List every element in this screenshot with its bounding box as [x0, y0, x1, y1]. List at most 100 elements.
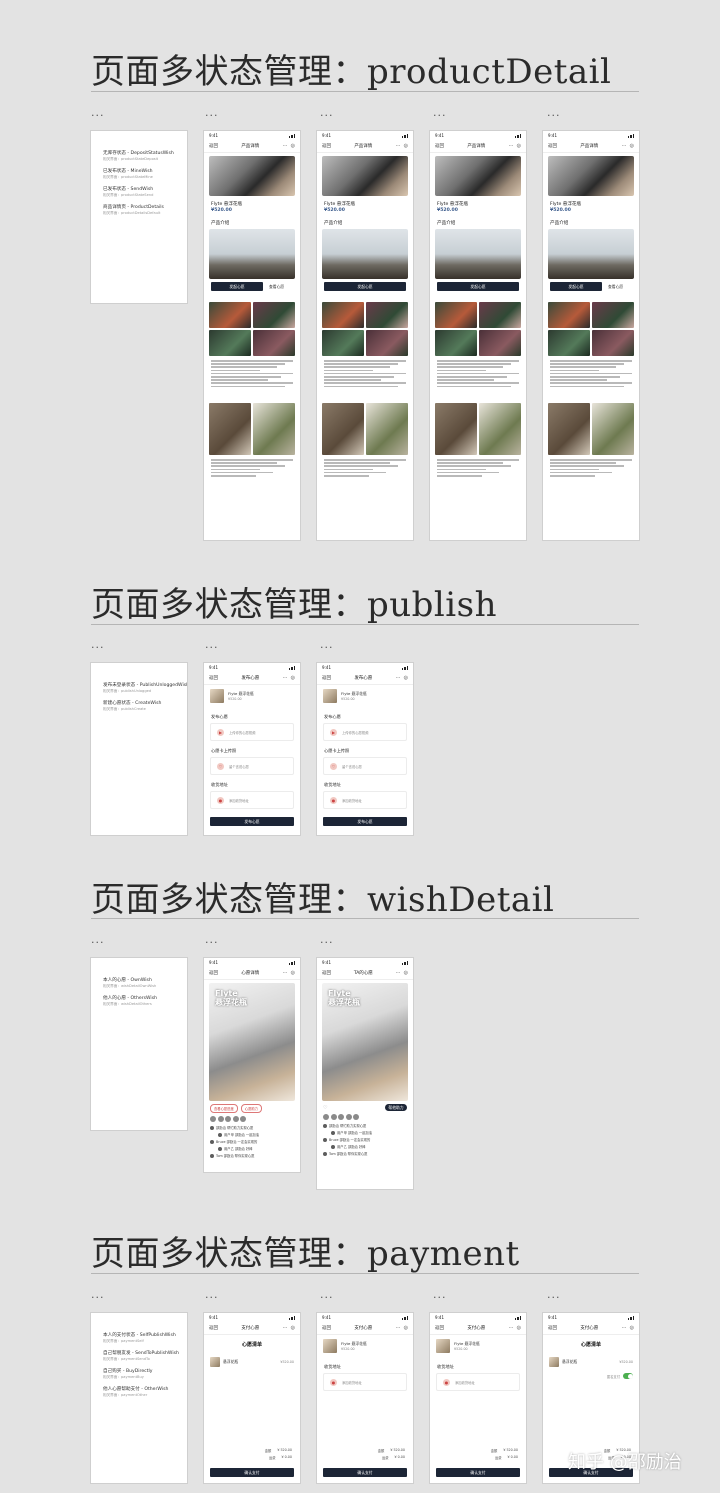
target-icon[interactable]: ◎ [404, 970, 408, 976]
sum-label: 金额 [264, 1449, 272, 1453]
publish-screen-1[interactable]: 9:41 返回 发布心愿 ⋯ ◎ Flyte 悬浮花瓶 ¥520.00 发布心愿 ▶ 上传… [203, 662, 301, 836]
payment-screen-buy[interactable]: 9:41 返回 支付心愿 ⋯ ◎ Flyte 悬浮花瓶 ¥520.00 收货地址 ● 添加… [429, 1312, 527, 1484]
panel-menu-dots[interactable]: ... [433, 107, 447, 118]
heart-icon: ♡ [217, 762, 224, 770]
panel-menu-dots[interactable]: ... [91, 639, 105, 650]
address-card[interactable]: ● 添加收货地址 [323, 1373, 407, 1391]
progress-tag[interactable]: 查看心愿进度 [210, 1104, 238, 1113]
back-button[interactable]: 返回 [322, 143, 331, 149]
contribute-button[interactable]: 帮他助力 [385, 1104, 407, 1111]
back-button[interactable]: 返回 [209, 970, 218, 976]
publish-button[interactable]: 发布心愿 [323, 817, 407, 826]
back-button[interactable]: 返回 [209, 1325, 218, 1331]
target-icon[interactable]: ◎ [291, 1325, 295, 1331]
panel-menu-dots[interactable]: ... [547, 1289, 561, 1300]
more-icon[interactable]: ⋯ [396, 143, 401, 149]
target-icon[interactable]: ◎ [291, 143, 295, 149]
panel-menu-dots[interactable]: ... [320, 639, 334, 650]
panel-menu-dots[interactable]: ... [320, 934, 334, 945]
target-icon[interactable]: ◎ [517, 143, 521, 149]
panel-menu-dots[interactable]: ... [547, 107, 561, 118]
more-icon[interactable]: ⋯ [283, 1325, 288, 1331]
target-icon[interactable]: ◎ [404, 143, 408, 149]
target-icon[interactable]: ◎ [404, 675, 408, 681]
anonymous-toggle[interactable] [623, 1373, 633, 1379]
start-wish-button[interactable]: 发起心愿 [550, 282, 602, 291]
back-button[interactable]: 返回 [322, 970, 331, 976]
payment-screen-send-to[interactable]: 9:41 返回 支付心愿 ⋯ ◎ Flyte 悬浮花瓶 ¥520.00 收货地址 ● 添加… [316, 1312, 414, 1484]
product-detail-screen-2[interactable]: 9:41 返回 产品详情 ⋯ ◎ Flyte 悬浮花瓶 ¥520.00 产品介绍 发起… [316, 130, 414, 541]
start-wish-button[interactable]: 发起心愿 [324, 282, 406, 291]
panel-menu-dots[interactable]: ... [91, 934, 105, 945]
target-icon[interactable]: ◎ [630, 143, 634, 149]
more-icon[interactable]: ⋯ [396, 1325, 401, 1331]
back-button[interactable]: 返回 [548, 143, 557, 149]
panel-menu-dots[interactable]: ... [91, 107, 105, 118]
like-icon[interactable]: ♡ [323, 1105, 327, 1111]
payment-screen-self[interactable]: 9:41 返回 支付心愿 ⋯ ◎ 心愿清单 悬浮花瓶 ¥520.00 金额 ¥ 520.0… [203, 1312, 301, 1484]
panel-menu-dots[interactable]: ... [91, 1289, 105, 1300]
pay-button[interactable]: 确认支付 [323, 1468, 407, 1477]
back-button[interactable]: 返回 [209, 143, 218, 149]
panel-menu-dots[interactable]: ... [320, 107, 334, 118]
back-button[interactable]: 返回 [209, 675, 218, 681]
publish-screen-2[interactable]: 9:41 返回 发布心愿 ⋯ ◎ Flyte 悬浮花瓶 ¥520.00 发布心愿 ▶ 上传… [316, 662, 414, 836]
address-card[interactable]: ● 添加收货地址 [323, 791, 407, 809]
target-icon[interactable]: ◎ [630, 1325, 634, 1331]
pay-button[interactable]: 确认支付 [436, 1468, 520, 1477]
target-icon[interactable]: ◎ [291, 970, 295, 976]
back-button[interactable]: 返回 [435, 143, 444, 149]
address-card[interactable]: ● 添加收货地址 [436, 1373, 520, 1391]
more-icon[interactable]: ⋯ [396, 970, 401, 976]
address-card[interactable]: ● 添加收货地址 [210, 791, 294, 809]
publish-button[interactable]: 发布心愿 [210, 817, 294, 826]
more-icon[interactable]: ⋯ [283, 970, 288, 976]
more-icon[interactable]: ⋯ [622, 1325, 627, 1331]
wish-detail-screen-own[interactable]: 9:41 返回 心愿详情 ⋯ ◎ Flyte 悬浮花瓶 查看心愿进度 心愿助力 邵励治 帮… [203, 957, 301, 1173]
status-bar: 9:41 [204, 131, 300, 140]
fee-label: 运费 [381, 1456, 389, 1460]
view-wish-link[interactable]: 查看心愿 [608, 284, 623, 290]
message-card[interactable]: ♡ 留个言说心愿 [323, 757, 407, 775]
back-button[interactable]: 返回 [435, 1325, 444, 1331]
avatar [323, 1137, 327, 1142]
panel-menu-dots[interactable]: ... [205, 107, 219, 118]
target-icon[interactable]: ◎ [404, 1325, 408, 1331]
more-icon[interactable]: ⋯ [283, 143, 288, 149]
more-icon[interactable]: ⋯ [622, 143, 627, 149]
message-card[interactable]: ♡ 留个言说心愿 [210, 757, 294, 775]
back-button[interactable]: 返回 [322, 1325, 331, 1331]
back-button[interactable]: 返回 [548, 1325, 557, 1331]
start-wish-button[interactable]: 发起心愿 [211, 282, 263, 291]
brand-subtext: 悬浮花瓶 [215, 998, 247, 1007]
more-icon[interactable]: ⋯ [509, 1325, 514, 1331]
support-tag[interactable]: 心愿助力 [240, 1104, 262, 1113]
panel-menu-dots[interactable]: ... [320, 1289, 334, 1300]
panel-menu-dots[interactable]: ... [205, 639, 219, 650]
target-icon[interactable]: ◎ [517, 1325, 521, 1331]
back-button[interactable]: 返回 [322, 675, 331, 681]
pay-button[interactable]: 确认支付 [210, 1468, 294, 1477]
more-icon[interactable]: ⋯ [509, 143, 514, 149]
more-icon[interactable]: ⋯ [283, 675, 288, 681]
start-wish-button[interactable]: 发起心愿 [437, 282, 519, 291]
panel-menu-dots[interactable]: ... [205, 934, 219, 945]
wish-video-heading: 发布心愿 [324, 714, 341, 719]
more-icon[interactable]: ⋯ [396, 675, 401, 681]
wish-detail-screen-others[interactable]: 9:41 返回 TA的心愿 ⋯ ◎ Flyte 悬浮花瓶 ♡ 帮他助力 邵励治 帮忙助力… [316, 957, 414, 1190]
panel-menu-dots[interactable]: ... [205, 1289, 219, 1300]
legend-item: 本人的心愿 - OwnWish 相关界面：wishDetailOwnWish [103, 978, 179, 989]
nav-title: 发布心愿 [241, 676, 260, 681]
upload-video-card[interactable]: ▶ 上传你的心愿视频 [323, 723, 407, 741]
wish-video-cover[interactable]: Flyte 悬浮花瓶 [322, 983, 408, 1101]
target-icon[interactable]: ◎ [291, 675, 295, 681]
panel-menu-dots[interactable]: ... [433, 1289, 447, 1300]
product-gallery [322, 302, 408, 356]
product-detail-screen-1[interactable]: 9:41 返回 产品详情 ⋯ ◎ Flyte 悬浮花瓶 ¥520.00 产品介绍 发起… [203, 130, 301, 541]
upload-video-card[interactable]: ▶ 上传你的心愿视频 [210, 723, 294, 741]
comment-text: Tom 邵励治 帮你实现心愿 [329, 1152, 368, 1156]
product-detail-screen-3[interactable]: 9:41 返回 产品详情 ⋯ ◎ Flyte 悬浮花瓶 ¥520.00 产品介绍 发起… [429, 130, 527, 541]
wish-video-cover[interactable]: Flyte 悬浮花瓶 [209, 983, 295, 1101]
view-wish-link[interactable]: 查看心愿 [269, 284, 284, 290]
product-detail-screen-4[interactable]: 9:41 返回 产品详情 ⋯ ◎ Flyte 悬浮花瓶 ¥520.00 产品介绍 发起… [542, 130, 640, 541]
